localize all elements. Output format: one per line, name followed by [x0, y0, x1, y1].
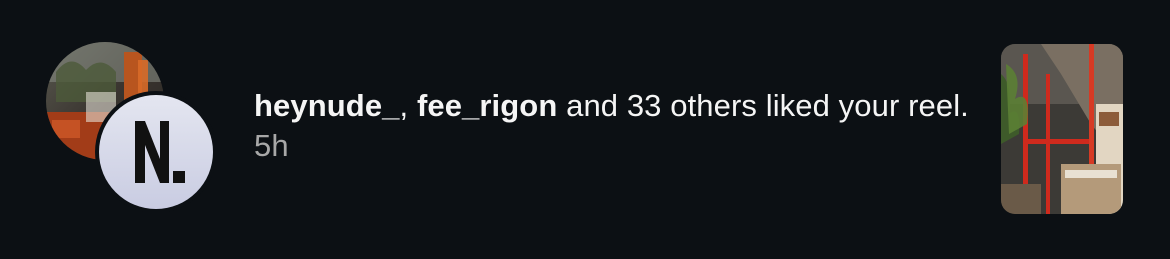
username-link[interactable]: fee_rigon [417, 88, 557, 123]
letter-n-logo-icon [135, 121, 185, 183]
reel-preview-icon [1001, 44, 1123, 214]
reel-thumbnail[interactable] [1001, 44, 1123, 214]
notification-row[interactable]: heynude_, fee_rigon and 33 others liked … [0, 0, 1170, 259]
action-text: and 33 others liked your reel. [557, 88, 969, 123]
stacked-avatars[interactable] [46, 42, 218, 214]
timestamp: 5h [254, 128, 289, 163]
avatar-brand[interactable] [95, 91, 217, 213]
separator-text: , [399, 88, 417, 123]
notification-text: heynude_, fee_rigon and 33 others liked … [254, 86, 974, 166]
username-link[interactable]: heynude_ [254, 88, 400, 123]
